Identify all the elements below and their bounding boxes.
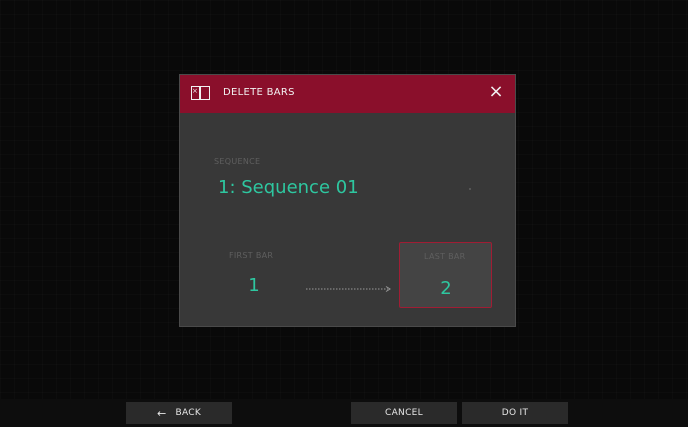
sequence-label: SEQUENCE	[214, 157, 261, 166]
last-bar-label: LAST BAR	[424, 252, 466, 261]
last-bar-field[interactable]: LAST BAR 2	[399, 242, 492, 308]
delete-bars-icon	[191, 86, 210, 100]
sequence-dropdown-dot	[469, 188, 471, 190]
cancel-button-label: CANCEL	[385, 408, 423, 418]
cancel-button[interactable]: CANCEL	[351, 402, 457, 424]
dialog-title: DELETE BARS	[223, 87, 295, 98]
dialog-header: DELETE BARS ×	[180, 75, 515, 113]
arrow-left-icon: ←	[156, 406, 167, 420]
delete-bars-dialog: DELETE BARS × SEQUENCE 1: Sequence 01 FI…	[179, 74, 516, 327]
last-bar-value: 2	[440, 278, 452, 299]
screen: DELETE BARS × SEQUENCE 1: Sequence 01 FI…	[0, 0, 688, 427]
dotted-arrow-right-icon	[306, 286, 391, 292]
bottom-bar	[0, 399, 688, 427]
first-bar-value: 1	[248, 275, 260, 296]
back-button[interactable]: ← BACK	[126, 402, 232, 424]
back-button-label: BACK	[175, 408, 202, 418]
first-bar-label: FIRST BAR	[229, 251, 274, 260]
do-it-button[interactable]: DO IT	[462, 402, 568, 424]
sequence-value: 1: Sequence 01	[218, 177, 359, 198]
do-it-button-label: DO IT	[501, 408, 529, 418]
close-icon[interactable]: ×	[488, 83, 504, 101]
first-bar-field[interactable]: FIRST BAR 1	[219, 241, 289, 307]
